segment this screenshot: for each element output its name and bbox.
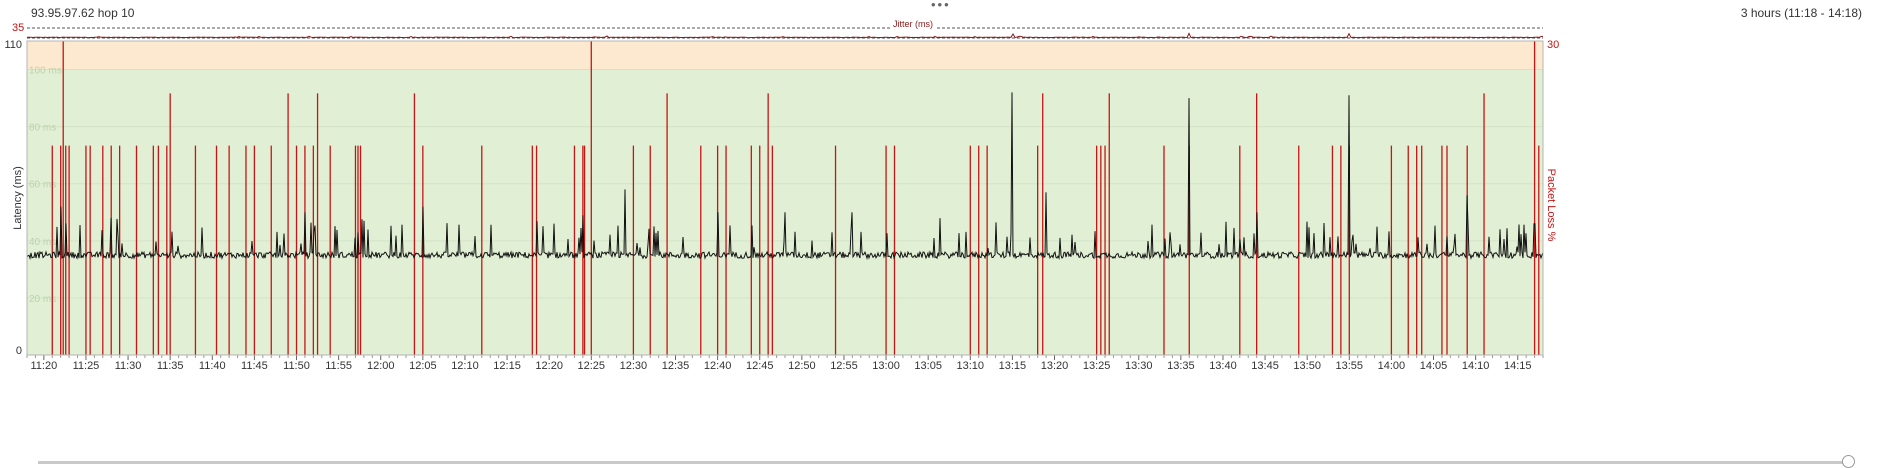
y2-axis-title: Packet Loss % [1545, 169, 1557, 242]
latency-graph: 20 ms40 ms60 ms80 ms100 ms110030Latency … [4, 39, 1559, 372]
x-tick-label: 11:30 [115, 360, 142, 372]
timeline-graph[interactable]: Jitter (ms)35 20 ms40 ms60 ms80 ms100 ms… [0, 0, 1886, 455]
y-axis-zero-label: 0 [16, 345, 22, 357]
x-tick-label: 13:20 [1041, 360, 1069, 372]
x-tick-label: 12:05 [409, 360, 437, 372]
x-tick-label: 12:15 [493, 360, 521, 372]
x-tick-label: 13:50 [1293, 360, 1321, 372]
timeline-scrollbar[interactable] [38, 461, 1848, 464]
x-tick-label: 13:00 [872, 360, 900, 372]
x-tick-label: 12:30 [620, 360, 648, 372]
x-tick-label: 14:00 [1378, 360, 1406, 372]
jitter-title: Jitter (ms) [893, 19, 933, 29]
x-tick-label: 11:45 [241, 360, 268, 372]
jitter-y-max-label: 35 [12, 22, 24, 34]
x-tick-label: 12:40 [704, 360, 732, 372]
x-tick-label: 11:50 [283, 360, 310, 372]
x-tick-label: 14:15 [1504, 360, 1532, 372]
y2-axis-top-label: 30 [1547, 39, 1559, 51]
x-tick-label: 13:35 [1167, 360, 1195, 372]
x-tick-label: 14:05 [1420, 360, 1448, 372]
x-tick-label: 11:25 [73, 360, 100, 372]
x-tick-label: 11:35 [157, 360, 184, 372]
x-tick-label: 12:45 [746, 360, 774, 372]
x-tick-label: 14:10 [1462, 360, 1490, 372]
x-tick-label: 12:25 [578, 360, 606, 372]
y-axis-top-label: 110 [4, 39, 22, 51]
x-tick-label: 13:15 [999, 360, 1027, 372]
x-tick-label: 12:00 [367, 360, 395, 372]
gridline-label: 100 ms [29, 66, 62, 77]
x-tick-label: 11:40 [199, 360, 226, 372]
x-tick-label: 13:30 [1125, 360, 1153, 372]
jitter-graph: Jitter (ms) 35 [12, 19, 1544, 39]
x-tick-label: 12:10 [451, 360, 479, 372]
x-tick-label: 13:40 [1209, 360, 1237, 372]
jitter-series-line [27, 32, 1544, 39]
x-tick-label: 12:20 [535, 360, 563, 372]
x-tick-label: 12:55 [830, 360, 858, 372]
x-tick-label: 13:55 [1336, 360, 1364, 372]
gridline-label: 80 ms [29, 123, 56, 134]
x-tick-label: 13:05 [914, 360, 942, 372]
x-tick-label: 13:45 [1251, 360, 1279, 372]
x-tick-label: 12:35 [662, 360, 690, 372]
y-axis-title: Latency (ms) [12, 166, 24, 230]
pingplotter-timeline: 93.95.97.62 hop 10 ••• 3 hours (11:18 - … [0, 0, 1886, 468]
x-tick-label: 11:55 [325, 360, 352, 372]
x-tick-label: 13:25 [1083, 360, 1111, 372]
timeline-scroll-handle[interactable] [1842, 455, 1855, 468]
warning-band [27, 41, 1543, 70]
x-tick-label: 11:20 [30, 360, 57, 372]
x-tick-label: 13:10 [957, 360, 985, 372]
x-tick-label: 12:50 [788, 360, 816, 372]
